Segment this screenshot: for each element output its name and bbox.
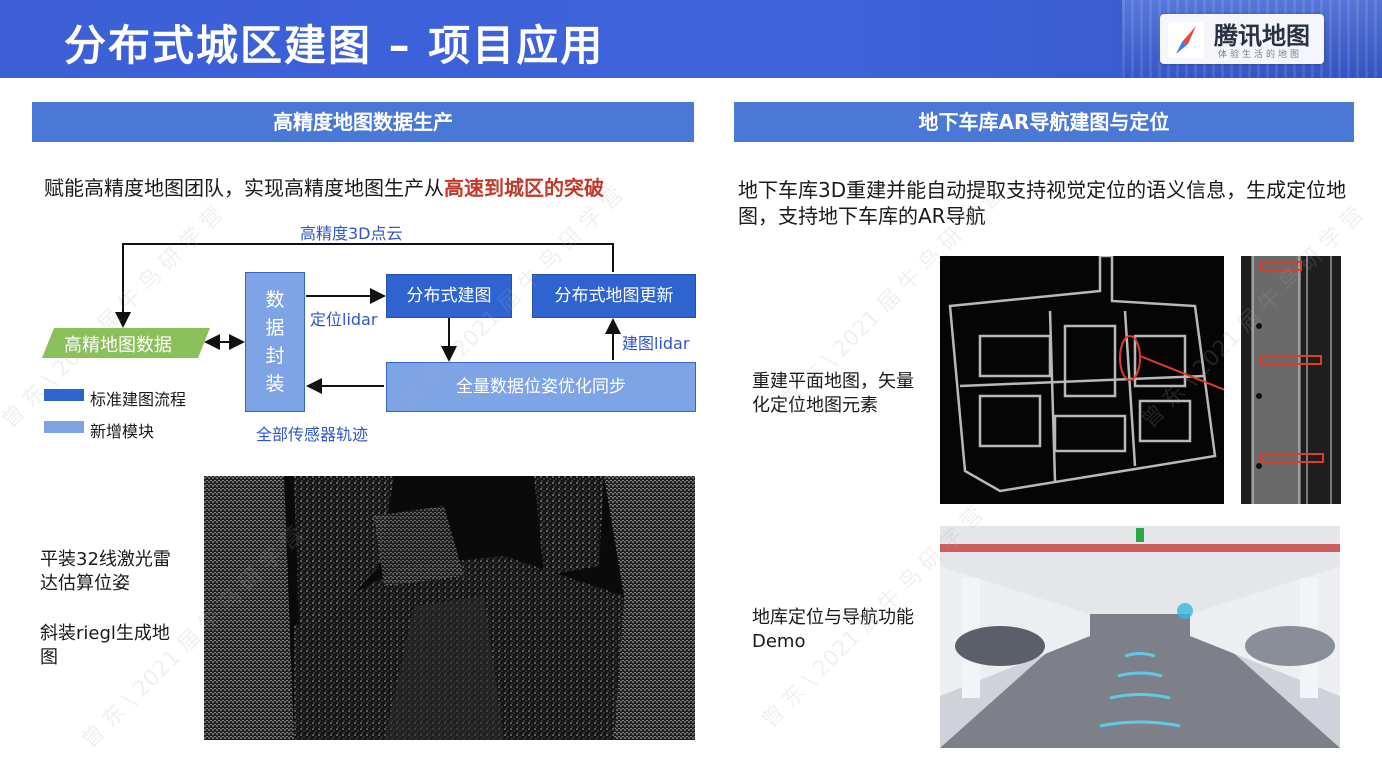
city-pointcloud-image (204, 476, 695, 740)
packaging-char-3: 封 (265, 345, 285, 367)
right-caption-demo: 地库定位与导航功能Demo (752, 607, 914, 652)
left-caption-riegl: 斜装riegl生成地图 (40, 623, 170, 668)
right-section-banner: 地下车库AR导航建图与定位 (734, 102, 1354, 142)
left-caption-lidar: 平装32线激光雷达估算位姿 (40, 549, 171, 594)
packaging-char-1: 数 (265, 289, 285, 311)
full-sync-box: 全量数据位姿优化同步 (386, 362, 696, 412)
legend-new-label: 新增模块 (90, 422, 155, 441)
legend-new-swatch (44, 421, 84, 433)
intro-prefix: 赋能高精度地图团队，实现高精度地图生产从 (44, 176, 444, 200)
hd-map-data-label: 高精地图数据 (64, 335, 172, 356)
garage-floor-map-image (940, 256, 1224, 504)
label-positioning-lidar: 定位lidar (310, 310, 378, 329)
distributed-mapping-box: 分布式建图 (386, 274, 512, 318)
garage-zoom-map-image (1241, 256, 1341, 504)
legend-standard-label: 标准建图流程 (90, 390, 187, 409)
packaging-char-2: 据 (265, 317, 285, 339)
floor-map-graphic (940, 256, 1224, 504)
label-mapping-lidar: 建图lidar (622, 334, 690, 353)
ar-demo-graphic (940, 526, 1340, 748)
label-sensor-track: 全部传感器轨迹 (256, 425, 369, 444)
tencent-map-logo: 腾讯地图 体验生活的地图 (1160, 14, 1324, 64)
right-caption-reconstruct: 重建平面地图，矢量化定位地图元素 (752, 371, 914, 416)
legend-standard-swatch (44, 389, 84, 401)
zoom-map-graphic (1241, 256, 1341, 504)
data-packaging-box: 数 据 封 装 (245, 272, 305, 412)
right-intro-text: 地下车库3D重建并能自动提取支持视觉定位的语义信息，生成定位地图，支持地下车库的… (738, 178, 1347, 228)
compass-logo-icon (1168, 22, 1204, 58)
logo-text: 腾讯地图 (1214, 22, 1310, 50)
logo-subtitle: 体验生活的地图 (1218, 50, 1303, 60)
left-intro-text: 赋能高精度地图团队，实现高精度地图生产从高速到城区的突破 (44, 175, 604, 201)
intro-highlight: 高速到城区的突破 (444, 176, 604, 200)
pointcloud-graphic (204, 476, 695, 740)
label-hd-pointcloud: 高精度3D点云 (300, 224, 403, 243)
slide-title: 分布式城区建图 – 项目应用 (64, 21, 605, 70)
garage-ar-demo-image (940, 526, 1340, 748)
packaging-char-4: 装 (265, 373, 285, 395)
distributed-update-box: 分布式地图更新 (532, 274, 696, 318)
left-section-banner: 高精度地图数据生产 (32, 102, 694, 142)
